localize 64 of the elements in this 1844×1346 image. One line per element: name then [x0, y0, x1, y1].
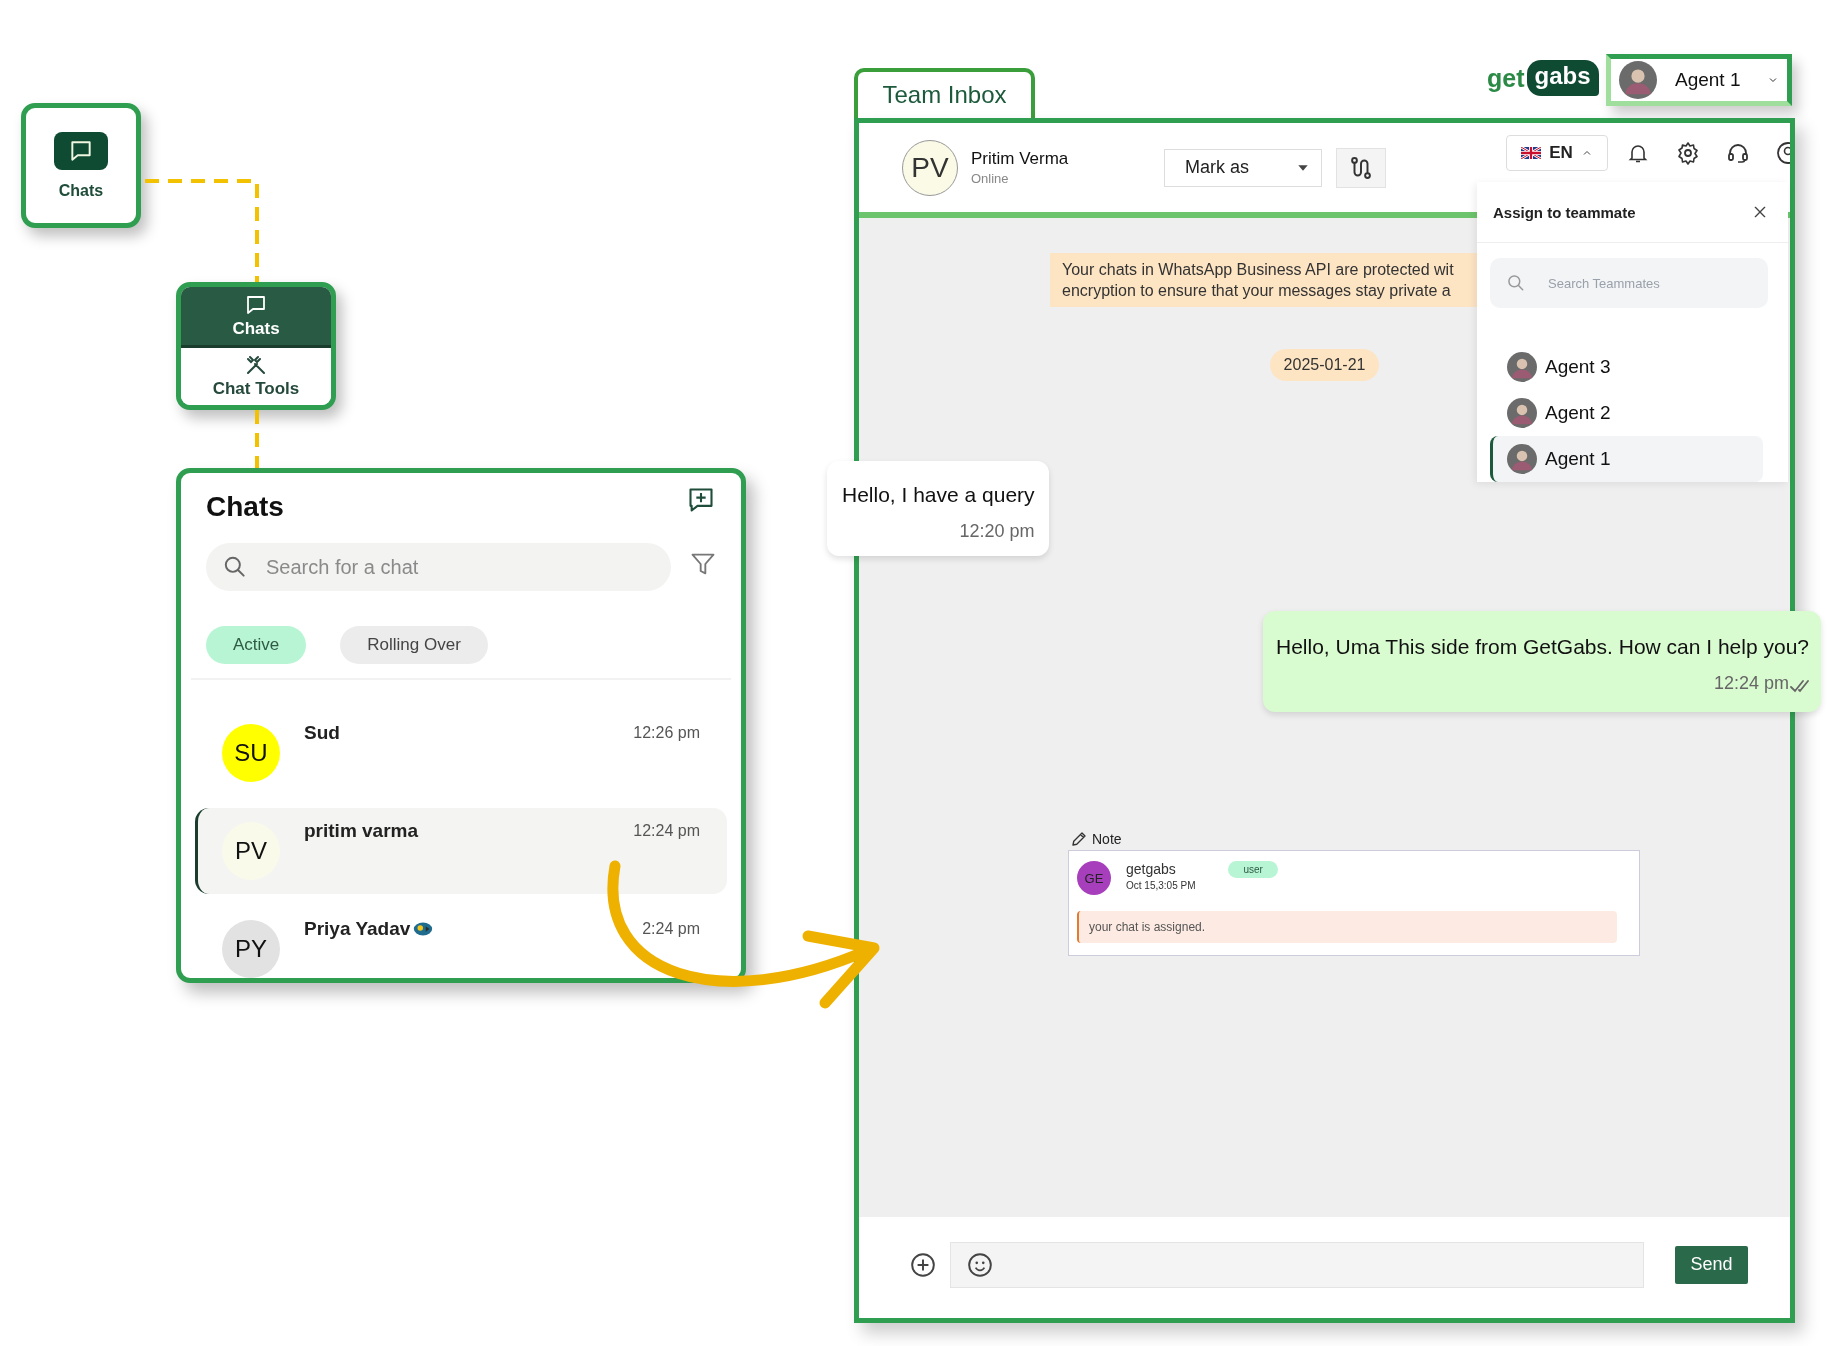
contact-status: Online	[971, 171, 1010, 186]
message-input[interactable]	[950, 1241, 1644, 1288]
route-button[interactable]	[1336, 147, 1386, 188]
search-field[interactable]: Search for a chat	[206, 543, 671, 591]
search-icon	[1506, 273, 1526, 293]
timestamp: 12:24 pm	[633, 822, 700, 840]
panel-title: Chats	[206, 491, 284, 523]
contact-name: Sud	[304, 722, 340, 744]
date-label: 2025-01-21	[1269, 349, 1380, 381]
teammate-item[interactable]: Agent 2	[1490, 390, 1763, 436]
message-text: Hello, I have a query	[842, 483, 1035, 507]
agent-dropdown[interactable]: Agent 1	[1606, 54, 1792, 106]
chat-list-item[interactable]: PV pritim varma 12:24 pm	[195, 808, 727, 894]
close-icon[interactable]	[1752, 204, 1768, 220]
search-icon	[222, 554, 248, 580]
person-avatar-icon	[1507, 444, 1537, 474]
contact-name: Pritim Verma	[971, 149, 1070, 169]
message-text: Hello, Uma This side from GetGabs. How can I help you?	[1276, 635, 1809, 659]
chat-list-item[interactable]: PY Priya Yadav 2:24 pm	[195, 906, 727, 978]
chats-nav-tile[interactable]: Chats	[21, 103, 141, 228]
avatar: PY	[222, 920, 280, 978]
person-avatar-icon	[1619, 61, 1657, 99]
avatar: SU	[222, 724, 280, 782]
message-time: 12:20 pm	[959, 521, 1035, 542]
pencil-icon	[1070, 830, 1088, 848]
contact-name: pritim varma	[304, 820, 419, 842]
logo-text: get	[1487, 63, 1525, 93]
timestamp: 2:24 pm	[642, 920, 700, 938]
language-selector[interactable]: EN	[1506, 135, 1608, 171]
avatar: PV	[222, 822, 280, 880]
encryption-notice: Your chats in WhatsApp Business API are protected wit encryption to ensure that your messages stay private a	[1050, 253, 1477, 307]
headset-icon[interactable]	[1726, 141, 1750, 165]
chat-list-item[interactable]: SU Sud 12:26 pm	[195, 710, 727, 796]
flag-icon	[1521, 147, 1542, 159]
search-field[interactable]: Search Teammates	[1490, 258, 1768, 308]
add-icon[interactable]	[910, 1251, 936, 1278]
contact-name: Priya Yadav	[304, 918, 411, 940]
emoji-icon[interactable]	[967, 1251, 993, 1278]
note-message: your chat is assigned.	[1077, 911, 1617, 943]
timestamp: Oct 15,3:05 PM	[1126, 880, 1196, 891]
message-time: 12:24 pm	[1713, 673, 1789, 694]
route-icon	[1348, 154, 1374, 181]
teammate-item[interactable]: Agent 3	[1490, 344, 1763, 390]
mark-as-dropdown[interactable]: Mark as	[1164, 148, 1322, 187]
menu-item[interactable]: Chats	[181, 287, 331, 348]
author-name: getgabs	[1126, 861, 1177, 877]
settings-icon[interactable]	[1676, 141, 1700, 165]
panel-title: Assign to teammate	[1493, 203, 1636, 221]
filter-chip[interactable]: Rolling Over	[340, 626, 488, 664]
person-avatar-icon	[1507, 398, 1537, 428]
teammate-item[interactable]: Agent 1	[1490, 436, 1763, 482]
avatar: PV	[902, 139, 958, 196]
filter-chip[interactable]: Active	[206, 626, 307, 664]
note-heading: Note	[1092, 831, 1122, 847]
avatar: GE	[1077, 861, 1111, 895]
timestamp: 12:26 pm	[633, 724, 700, 742]
menu-item[interactable]: Chat Tools	[181, 347, 331, 405]
new-chat-icon[interactable]	[687, 486, 715, 514]
team-inbox-tab[interactable]: Team Inbox	[854, 68, 1035, 118]
dashed-connector	[255, 410, 259, 468]
person-avatar-icon	[1507, 352, 1537, 382]
send-button[interactable]: Send	[1675, 1245, 1748, 1284]
logo-badge: gabs	[1526, 60, 1599, 96]
role-tag: user	[1228, 861, 1278, 878]
